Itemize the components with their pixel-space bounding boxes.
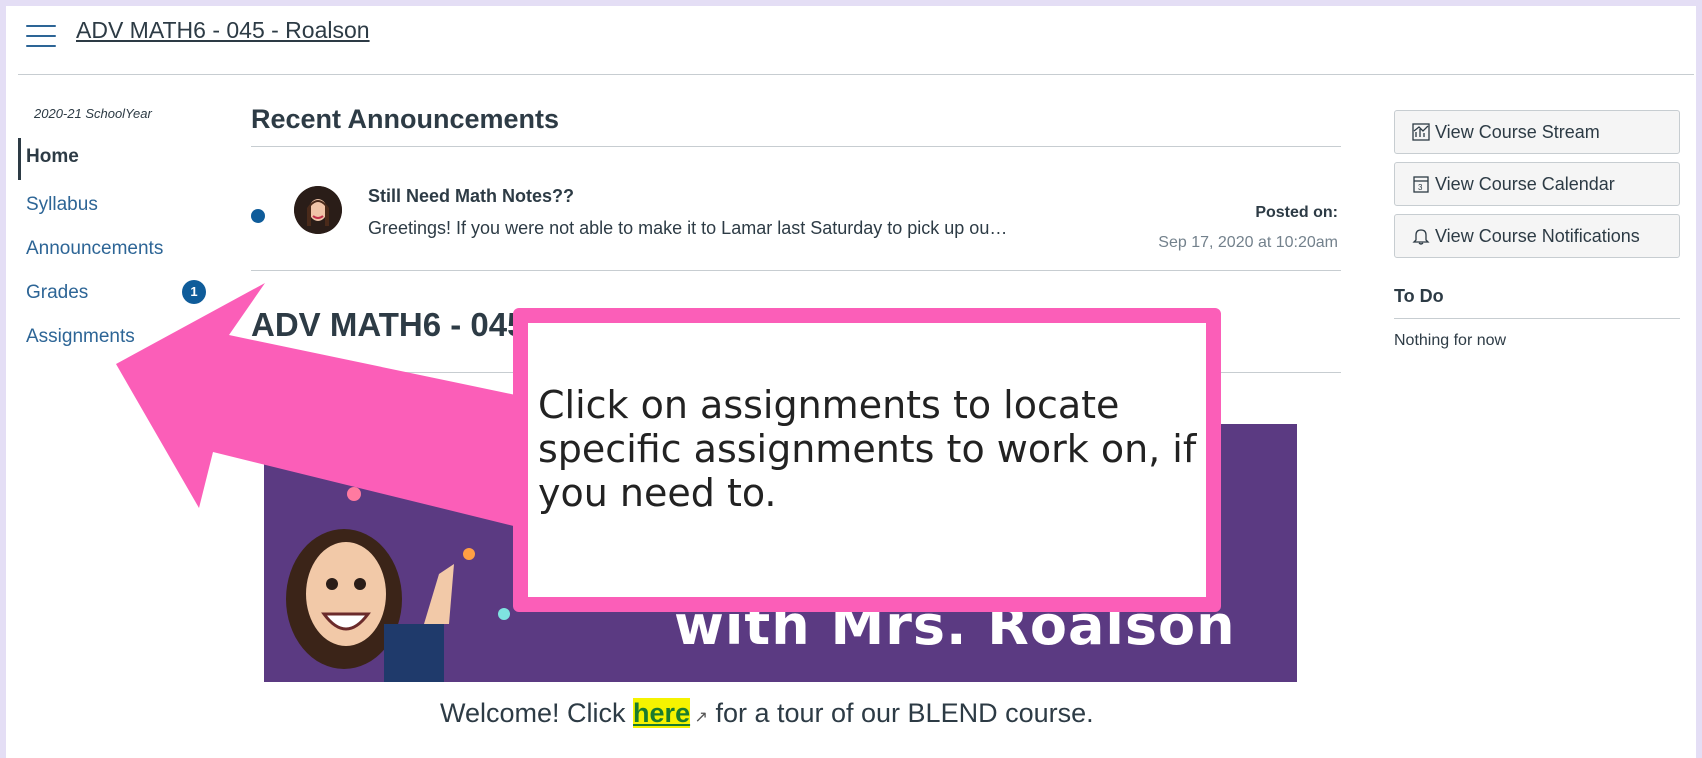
top-divider xyxy=(18,74,1694,75)
posted-date: Sep 17, 2020 at 10:20am xyxy=(1158,234,1338,251)
unread-dot-icon xyxy=(251,209,265,223)
welcome-line: Welcome! Click here ↗ for a tour of our … xyxy=(440,698,1094,729)
nav-item-grades[interactable]: Grades xyxy=(26,282,88,304)
view-course-notifications-button[interactable]: View Course Notifications xyxy=(1394,214,1680,258)
view-course-calendar-label: View Course Calendar xyxy=(1435,174,1615,194)
announcement-excerpt: Greetings! If you were not able to make … xyxy=(368,218,1008,238)
nav-item-home[interactable]: Home xyxy=(26,146,79,168)
todo-empty-text: Nothing for now xyxy=(1394,332,1507,349)
hamburger-menu-icon[interactable] xyxy=(26,25,56,47)
breadcrumb[interactable]: ADV MATH6 - 045 - Roalson xyxy=(76,17,370,44)
view-course-stream-label: View Course Stream xyxy=(1435,122,1600,142)
term-label: 2020-21 SchoolYear xyxy=(34,106,152,121)
callout-text: Click on assignments to locate specific … xyxy=(538,383,1197,515)
announcement-title-link[interactable]: Still Need Math Notes?? xyxy=(368,186,574,207)
welcome-text-after: for a tour of our BLEND course. xyxy=(707,698,1094,728)
top-bar: ADV MATH6 - 045 - Roalson xyxy=(6,6,1696,76)
course-heading: ADV MATH6 - 045 xyxy=(251,306,526,343)
posted-on-label: Posted on: xyxy=(1255,204,1338,221)
avatar xyxy=(294,186,342,234)
todo-divider xyxy=(1394,318,1680,319)
nav-item-assignments[interactable]: Assignments xyxy=(26,326,135,348)
instruction-callout: Click on assignments to locate specific … xyxy=(513,308,1221,612)
nav-item-announcements[interactable]: Announcements xyxy=(26,238,163,260)
bell-icon xyxy=(1412,229,1430,245)
todo-title: To Do xyxy=(1394,286,1444,306)
tour-link[interactable]: here xyxy=(633,698,691,728)
svg-text:3: 3 xyxy=(1418,183,1423,192)
active-nav-indicator xyxy=(18,138,21,180)
view-course-notifications-label: View Course Notifications xyxy=(1435,226,1640,246)
grades-badge: 1 xyxy=(182,280,206,304)
external-link-icon: ↗ xyxy=(690,709,708,726)
announcement-divider xyxy=(251,270,1341,271)
announcements-divider xyxy=(251,146,1341,147)
nav-item-syllabus[interactable]: Syllabus xyxy=(26,194,98,216)
view-course-calendar-button[interactable]: 3 View Course Calendar xyxy=(1394,162,1680,206)
view-course-stream-button[interactable]: View Course Stream xyxy=(1394,110,1680,154)
welcome-text-before: Welcome! Click xyxy=(440,698,634,728)
calendar-icon: 3 xyxy=(1413,176,1429,193)
stream-chart-icon xyxy=(1412,123,1430,141)
announcements-title: Recent Announcements xyxy=(251,104,560,134)
